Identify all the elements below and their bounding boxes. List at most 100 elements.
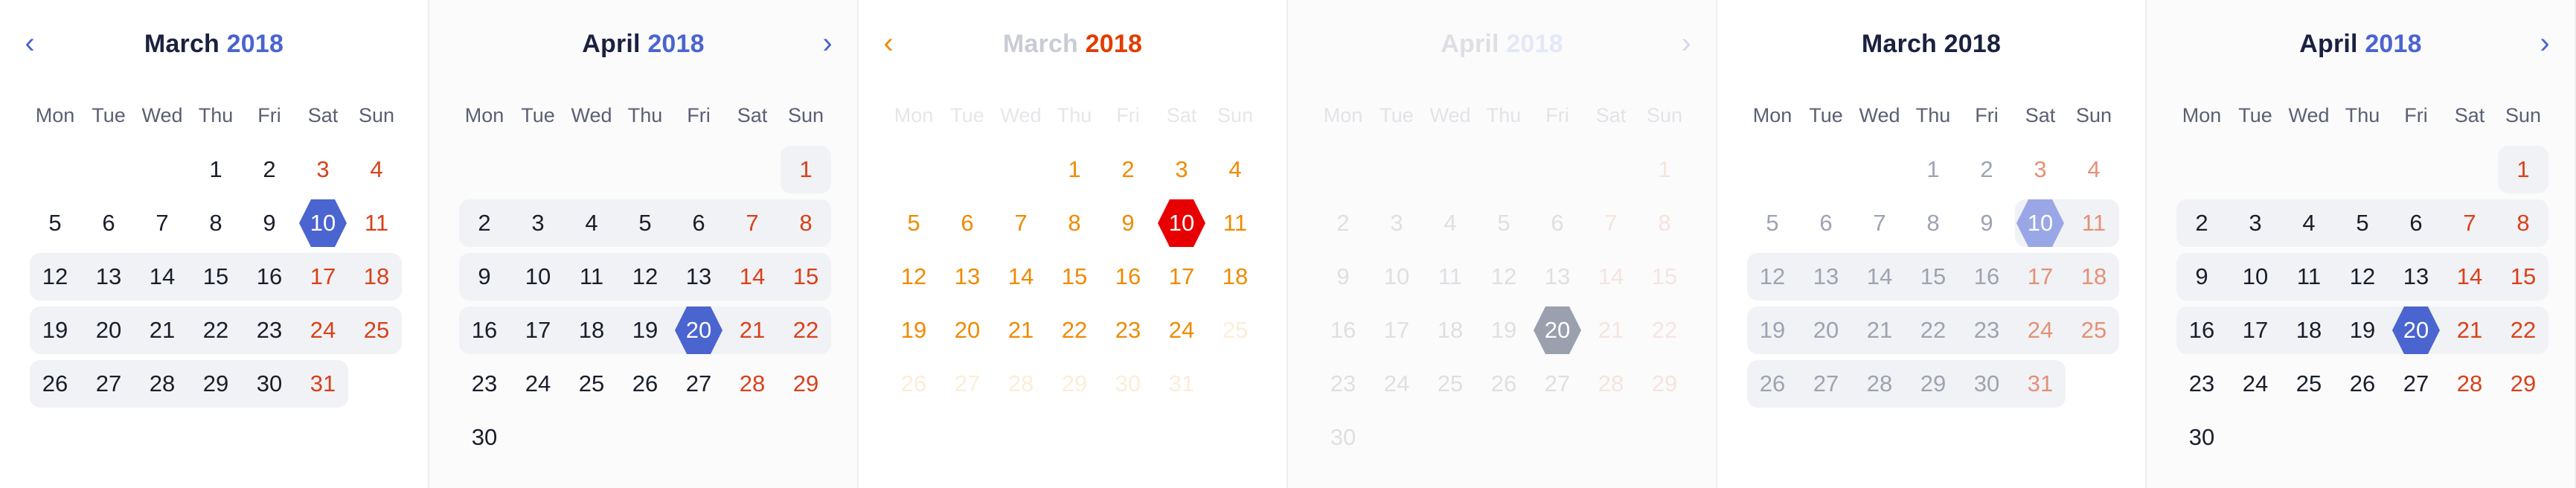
- day-cell[interactable]: 19: [2336, 306, 2389, 354]
- day-cell[interactable]: 1: [1638, 146, 1691, 193]
- day-cell[interactable]: 9: [2175, 253, 2229, 301]
- day-cell[interactable]: 5: [1746, 199, 1799, 247]
- day-cell[interactable]: 22: [2496, 306, 2550, 354]
- day-cell[interactable]: 2: [2175, 199, 2229, 247]
- day-cell[interactable]: 25: [1208, 306, 1262, 354]
- day-cell[interactable]: 3: [2013, 146, 2067, 193]
- day-cell[interactable]: 8: [779, 199, 833, 247]
- day-cell[interactable]: 26: [1477, 360, 1531, 408]
- day-cell[interactable]: 22: [1638, 306, 1691, 354]
- day-cell[interactable]: 8: [189, 199, 243, 247]
- day-cell[interactable]: 1: [1048, 146, 1101, 193]
- day-cell[interactable]: 25: [565, 360, 618, 408]
- prev-month-button[interactable]: ‹: [15, 27, 45, 60]
- day-cell[interactable]: 19: [618, 306, 672, 354]
- day-cell[interactable]: 9: [1960, 199, 2013, 247]
- day-cell[interactable]: 27: [82, 360, 135, 408]
- selected-day[interactable]: 20: [1534, 306, 1581, 354]
- day-cell[interactable]: 16: [1101, 253, 1155, 301]
- day-cell[interactable]: 2: [458, 199, 511, 247]
- day-cell[interactable]: 11: [1208, 199, 1262, 247]
- day-cell[interactable]: 20: [1799, 306, 1853, 354]
- day-cell[interactable]: 28: [2443, 360, 2496, 408]
- day-cell[interactable]: 24: [2013, 306, 2067, 354]
- day-cell[interactable]: 20: [82, 306, 135, 354]
- day-cell[interactable]: 15: [1638, 253, 1691, 301]
- day-cell[interactable]: 2: [1960, 146, 2013, 193]
- selected-day[interactable]: 10: [1158, 199, 1205, 247]
- day-cell[interactable]: 10: [1370, 253, 1423, 301]
- day-cell[interactable]: 19: [28, 306, 82, 354]
- day-cell[interactable]: 21: [1853, 306, 1906, 354]
- day-cell[interactable]: 28: [994, 360, 1048, 408]
- day-cell[interactable]: 9: [458, 253, 511, 301]
- next-month-button[interactable]: ›: [2530, 27, 2560, 60]
- day-cell[interactable]: 17: [2229, 306, 2282, 354]
- day-cell[interactable]: 14: [725, 253, 779, 301]
- day-cell[interactable]: 26: [1746, 360, 1799, 408]
- selected-day[interactable]: 10: [299, 199, 347, 247]
- day-cell[interactable]: 2: [1316, 199, 1370, 247]
- day-cell[interactable]: 25: [1423, 360, 1477, 408]
- day-cell[interactable]: 24: [1370, 360, 1423, 408]
- day-cell[interactable]: 1: [189, 146, 243, 193]
- day-cell[interactable]: 4: [2067, 146, 2121, 193]
- day-cell[interactable]: 18: [2282, 306, 2336, 354]
- day-cell[interactable]: 16: [458, 306, 511, 354]
- year-label[interactable]: 2018: [227, 30, 283, 58]
- day-cell[interactable]: 7: [1853, 199, 1906, 247]
- day-cell[interactable]: 18: [2067, 253, 2121, 301]
- day-cell[interactable]: 7: [1584, 199, 1638, 247]
- day-cell[interactable]: 5: [1477, 199, 1531, 247]
- day-cell[interactable]: 15: [1906, 253, 1960, 301]
- day-cell[interactable]: 3: [296, 146, 350, 193]
- day-cell[interactable]: 30: [1960, 360, 2013, 408]
- day-cell[interactable]: 6: [941, 199, 994, 247]
- day-cell[interactable]: 7: [135, 199, 189, 247]
- day-cell[interactable]: 29: [1048, 360, 1101, 408]
- day-cell[interactable]: 29: [189, 360, 243, 408]
- day-cell[interactable]: 27: [672, 360, 725, 408]
- day-cell[interactable]: 28: [1584, 360, 1638, 408]
- day-cell[interactable]: 3: [511, 199, 565, 247]
- day-cell[interactable]: 28: [1853, 360, 1906, 408]
- day-cell[interactable]: 30: [1101, 360, 1155, 408]
- day-cell[interactable]: 29: [1906, 360, 1960, 408]
- day-cell[interactable]: 4: [350, 146, 403, 193]
- day-cell[interactable]: 2: [243, 146, 296, 193]
- day-cell[interactable]: 16: [1960, 253, 2013, 301]
- day-cell[interactable]: 20: [941, 306, 994, 354]
- day-cell[interactable]: 8: [1638, 199, 1691, 247]
- day-cell[interactable]: 4: [1423, 199, 1477, 247]
- day-cell[interactable]: 11: [2067, 199, 2121, 247]
- day-cell[interactable]: 26: [618, 360, 672, 408]
- day-cell[interactable]: 26: [887, 360, 941, 408]
- day-cell[interactable]: 6: [82, 199, 135, 247]
- day-cell[interactable]: 15: [1048, 253, 1101, 301]
- day-cell[interactable]: 18: [1208, 253, 1262, 301]
- day-cell[interactable]: 16: [1316, 306, 1370, 354]
- day-cell[interactable]: 8: [2496, 199, 2550, 247]
- day-cell[interactable]: 3: [1370, 199, 1423, 247]
- day-cell[interactable]: 17: [2013, 253, 2067, 301]
- day-cell[interactable]: 19: [1477, 306, 1531, 354]
- next-month-button[interactable]: ›: [813, 27, 842, 60]
- day-cell[interactable]: 26: [2336, 360, 2389, 408]
- day-cell[interactable]: 31: [2013, 360, 2067, 408]
- day-cell[interactable]: 26: [28, 360, 82, 408]
- day-cell[interactable]: 9: [1316, 253, 1370, 301]
- day-cell[interactable]: 5: [887, 199, 941, 247]
- day-cell[interactable]: 8: [1048, 199, 1101, 247]
- day-cell[interactable]: 13: [672, 253, 725, 301]
- day-cell[interactable]: 4: [565, 199, 618, 247]
- day-cell[interactable]: 13: [941, 253, 994, 301]
- day-cell[interactable]: 12: [1477, 253, 1531, 301]
- day-cell[interactable]: 25: [2067, 306, 2121, 354]
- day-cell[interactable]: 22: [1048, 306, 1101, 354]
- year-label[interactable]: 2018: [1944, 30, 2001, 58]
- day-cell[interactable]: 12: [618, 253, 672, 301]
- day-cell[interactable]: 7: [725, 199, 779, 247]
- day-cell[interactable]: 27: [1799, 360, 1853, 408]
- day-cell[interactable]: 23: [243, 306, 296, 354]
- day-cell[interactable]: 17: [511, 306, 565, 354]
